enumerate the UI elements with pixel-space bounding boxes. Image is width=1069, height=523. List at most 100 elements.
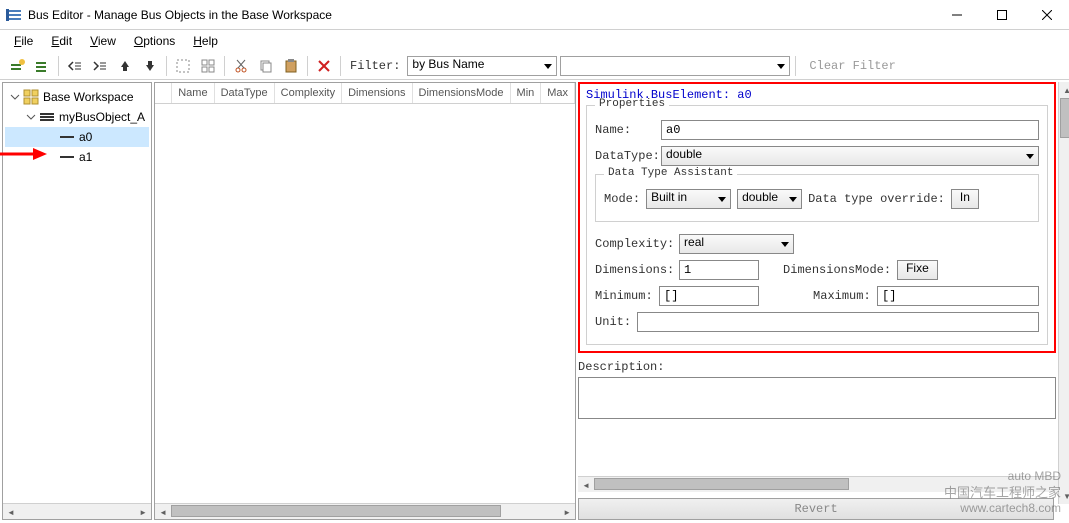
description-label: Description:: [578, 360, 664, 374]
filter-label: Filter:: [350, 59, 400, 73]
max-input[interactable]: [877, 286, 1039, 306]
menu-options[interactable]: Options: [126, 32, 183, 50]
scroll-up-icon[interactable]: ▲: [1059, 82, 1069, 98]
tree-panel: Base Workspace myBusObject_A a0 a1 ◄ ►: [2, 82, 152, 520]
override-button[interactable]: In: [951, 189, 979, 209]
dta-fieldset: Data Type Assistant Mode: Built in doubl…: [595, 174, 1039, 222]
menu-help[interactable]: Help: [185, 32, 226, 50]
minimize-button[interactable]: [934, 0, 979, 29]
window-controls: [934, 0, 1069, 29]
signal-icon: [59, 149, 75, 165]
collapse-icon[interactable]: [25, 111, 37, 123]
details-panel: ▲ ▼ Simulink.BusElement: a0 Properties N…: [578, 82, 1069, 520]
copy-icon[interactable]: [255, 55, 277, 77]
tree-element-label: a1: [79, 150, 92, 164]
tree-element-a0[interactable]: a0: [5, 127, 149, 147]
tree-bus-label: myBusObject_A: [59, 110, 145, 124]
titlebar: Bus Editor - Manage Bus Objects in the B…: [0, 0, 1069, 30]
indent-icon[interactable]: [89, 55, 111, 77]
toolbar-separator: [224, 56, 225, 76]
tree-bus[interactable]: myBusObject_A: [5, 107, 149, 127]
name-input[interactable]: [661, 120, 1039, 140]
th-datatype[interactable]: DataType: [215, 83, 275, 103]
toolbar-separator: [795, 56, 796, 76]
dimmode-button[interactable]: Fixe: [897, 260, 938, 280]
datatype-label: DataType:: [595, 149, 655, 163]
min-label: Minimum:: [595, 289, 653, 303]
table-body: [155, 104, 575, 503]
delete-icon[interactable]: [313, 55, 335, 77]
tree-root-label: Base Workspace: [43, 90, 134, 104]
maximize-button[interactable]: [979, 0, 1024, 29]
menu-view[interactable]: View: [82, 32, 124, 50]
titlebar-left: Bus Editor - Manage Bus Objects in the B…: [6, 7, 332, 23]
toolbar-separator: [340, 56, 341, 76]
details-scrollbar-v[interactable]: ▲ ▼: [1058, 82, 1069, 504]
clear-filter-button[interactable]: Clear Filter: [809, 59, 895, 73]
close-button[interactable]: [1024, 0, 1069, 29]
move-down-icon[interactable]: [139, 55, 161, 77]
scroll-left-icon[interactable]: ◄: [155, 504, 171, 520]
unit-input[interactable]: [637, 312, 1039, 332]
mode-select[interactable]: Built in: [646, 189, 731, 209]
paste-icon[interactable]: [280, 55, 302, 77]
revert-button[interactable]: Revert: [578, 498, 1054, 520]
details-scrollbar-h[interactable]: ◄ ►: [578, 476, 1069, 492]
max-label: Maximum:: [813, 289, 871, 303]
th-min[interactable]: Min: [511, 83, 542, 103]
scroll-right-icon[interactable]: ►: [135, 504, 151, 520]
tree-root[interactable]: Base Workspace: [5, 87, 149, 107]
tree-element-a1[interactable]: a1: [5, 147, 149, 167]
scroll-left-icon[interactable]: ◄: [3, 504, 19, 520]
unit-label: Unit:: [595, 315, 631, 329]
import-icon[interactable]: [172, 55, 194, 77]
tree-element-label: a0: [79, 130, 92, 144]
th-max[interactable]: Max: [541, 83, 575, 103]
scroll-left-icon[interactable]: ◄: [578, 477, 594, 493]
dimmode-label: DimensionsMode:: [783, 263, 891, 277]
app-icon: [6, 7, 22, 23]
new-bus-icon[interactable]: [6, 55, 28, 77]
move-up-icon[interactable]: [114, 55, 136, 77]
workspace-icon: [23, 89, 39, 105]
tree-scrollbar-h[interactable]: ◄ ►: [3, 503, 151, 519]
override-label: Data type override:: [808, 192, 945, 206]
th-name[interactable]: Name: [172, 83, 214, 103]
toolbar-separator: [166, 56, 167, 76]
th-dimmode[interactable]: DimensionsMode: [413, 83, 511, 103]
menu-edit[interactable]: Edit: [43, 32, 80, 50]
properties-highlight-box: Simulink.BusElement: a0 Properties Name:…: [578, 82, 1056, 353]
collapse-icon[interactable]: [9, 91, 21, 103]
bus-icon: [39, 109, 55, 125]
th-blank: [155, 83, 172, 103]
dta-legend: Data Type Assistant: [604, 167, 737, 179]
scroll-right-icon[interactable]: ►: [559, 504, 575, 520]
name-label: Name:: [595, 123, 655, 137]
properties-fieldset: Properties Name: DataType: double Data T…: [586, 105, 1048, 345]
table-panel: Name DataType Complexity Dimensions Dime…: [154, 82, 576, 520]
filter-mode-select[interactable]: by Bus Name: [407, 56, 557, 76]
toolbar-separator: [307, 56, 308, 76]
table-scrollbar-h[interactable]: ◄ ►: [155, 503, 575, 519]
th-dimensions[interactable]: Dimensions: [342, 83, 412, 103]
mode-type-select[interactable]: double: [737, 189, 802, 209]
menu-file[interactable]: File: [6, 32, 41, 50]
complexity-select[interactable]: real: [679, 234, 794, 254]
description-textarea[interactable]: [578, 377, 1056, 419]
toolbar-separator: [58, 56, 59, 76]
dimensions-input[interactable]: [679, 260, 759, 280]
datatype-select[interactable]: double: [661, 146, 1039, 166]
cut-icon[interactable]: [230, 55, 252, 77]
export-icon[interactable]: [197, 55, 219, 77]
dimensions-label: Dimensions:: [595, 263, 673, 277]
outdent-icon[interactable]: [64, 55, 86, 77]
scroll-down-icon[interactable]: ▼: [1059, 488, 1069, 504]
tree: Base Workspace myBusObject_A a0 a1: [3, 83, 151, 503]
th-complexity[interactable]: Complexity: [275, 83, 342, 103]
new-element-icon[interactable]: [31, 55, 53, 77]
table-header: Name DataType Complexity Dimensions Dime…: [155, 83, 575, 104]
filter-value-input[interactable]: [560, 56, 790, 76]
complexity-label: Complexity:: [595, 237, 673, 251]
min-input[interactable]: [659, 286, 759, 306]
window-title: Bus Editor - Manage Bus Objects in the B…: [28, 8, 332, 22]
